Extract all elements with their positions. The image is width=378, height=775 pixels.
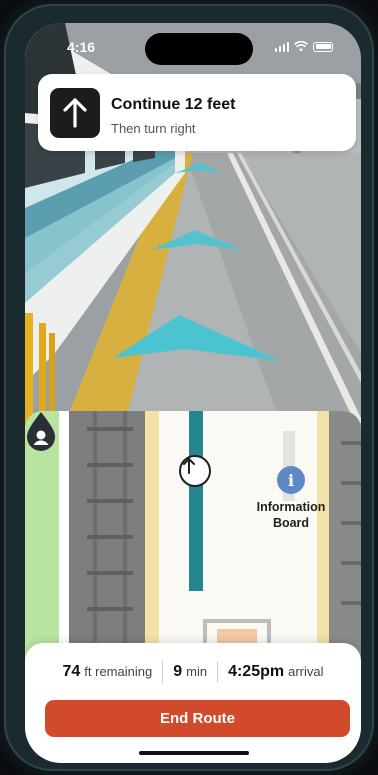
instruction-subtitle: Then turn right bbox=[111, 121, 196, 136]
arrow-up-icon bbox=[50, 88, 100, 138]
turn-instruction-card: Continue 12 feet Then turn right bbox=[38, 74, 356, 151]
status-time: 4:16 bbox=[67, 39, 96, 55]
cellular-signal-icon bbox=[274, 41, 289, 52]
route-map[interactable]: i Information Board bbox=[25, 411, 361, 671]
user-location-pin-icon bbox=[27, 412, 55, 451]
arrival-time: 4:25pm arrival bbox=[218, 663, 333, 681]
wifi-icon bbox=[294, 41, 308, 52]
trip-summary-sheet: 74 ft remaining 9 min 4:25pm arrival End… bbox=[25, 643, 361, 763]
distance-unit: ft remaining bbox=[84, 664, 153, 679]
distance-remaining: 74 ft remaining bbox=[52, 663, 162, 681]
arrival-value: 4:25pm bbox=[228, 663, 285, 680]
duration: 9 min bbox=[163, 663, 217, 681]
battery-icon bbox=[313, 41, 333, 52]
arrival-unit: arrival bbox=[288, 664, 324, 679]
duration-unit: min bbox=[186, 664, 208, 679]
poi-label: Information Board bbox=[256, 500, 326, 530]
route-line bbox=[189, 411, 203, 591]
status-bar: 4:16 bbox=[25, 23, 361, 67]
map-canvas bbox=[25, 411, 361, 671]
duration-value: 9 bbox=[173, 663, 183, 680]
distance-value: 74 bbox=[62, 663, 81, 680]
phone-screen: 4:16 Continue 12 feet Then turn right i … bbox=[25, 23, 361, 763]
trip-stats: 74 ft remaining 9 min 4:25pm arrival bbox=[25, 660, 361, 684]
instruction-title: Continue 12 feet bbox=[111, 96, 236, 113]
home-indicator[interactable] bbox=[139, 751, 249, 755]
arrow-up-icon bbox=[179, 455, 211, 487]
status-icons bbox=[274, 41, 333, 52]
phone-frame: 4:16 Continue 12 feet Then turn right i … bbox=[4, 4, 374, 771]
dynamic-island bbox=[145, 33, 253, 65]
info-icon[interactable]: i bbox=[277, 466, 305, 494]
end-route-button[interactable]: End Route bbox=[45, 700, 350, 737]
